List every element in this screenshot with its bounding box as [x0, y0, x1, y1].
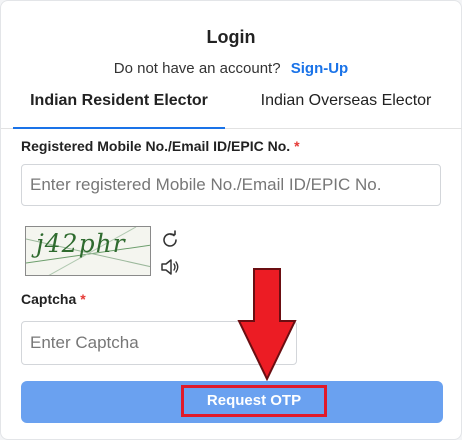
required-asterisk: * — [80, 291, 86, 307]
captcha-field-label: Captcha * — [21, 291, 86, 307]
mobile-email-epic-input[interactable] — [21, 164, 441, 206]
mobile-field-label: Registered Mobile No./Email ID/EPIC No. * — [21, 138, 300, 154]
required-asterisk: * — [294, 138, 300, 154]
page-title: Login — [206, 27, 256, 47]
no-account-text: Do not have an account? — [113, 60, 281, 77]
red-arrow-annotation — [237, 268, 297, 381]
captcha-image: j42phr — [25, 226, 151, 276]
signup-prompt: Do not have an account? Sign-Up — [1, 60, 461, 77]
request-otp-label[interactable]: Request OTP — [181, 385, 327, 417]
refresh-icon — [163, 230, 177, 247]
tab-indian-resident-elector[interactable]: Indian Resident Elector — [13, 83, 225, 129]
audio-captcha-button[interactable] — [159, 256, 181, 278]
elector-tabs: Indian Resident Elector Indian Overseas … — [1, 83, 462, 129]
login-card: Login Do not have an account? Sign-Up In… — [0, 0, 462, 440]
captcha-label-text: Captcha — [21, 291, 77, 307]
speaker-icon — [161, 259, 179, 275]
signup-link[interactable]: Sign-Up — [291, 60, 349, 77]
tab-indian-overseas-elector[interactable]: Indian Overseas Elector — [237, 83, 455, 129]
refresh-captcha-button[interactable] — [159, 229, 181, 251]
mobile-label-text: Registered Mobile No./Email ID/EPIC No. — [21, 138, 291, 154]
captcha-text: j42phr — [36, 229, 126, 258]
request-otp-button[interactable]: Request OTP — [21, 381, 443, 423]
